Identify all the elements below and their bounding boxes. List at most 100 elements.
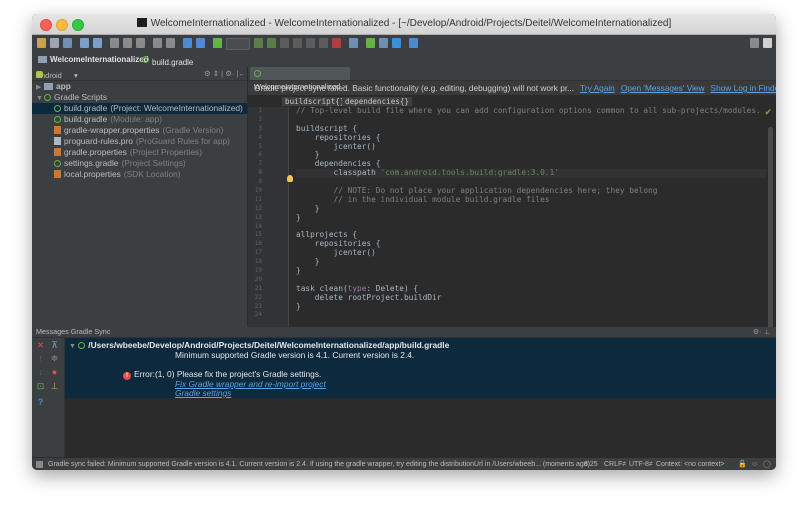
- caret-position[interactable]: 8:25: [584, 458, 598, 470]
- code-line[interactable]: [296, 116, 766, 125]
- code-line[interactable]: [296, 311, 766, 320]
- apply-changes-icon[interactable]: [319, 38, 328, 48]
- copy-icon[interactable]: [123, 38, 132, 48]
- message-file-row[interactable]: ▼ /Users/wbeebe/Develop/Android/Projects…: [69, 340, 449, 350]
- gradle-icon: [54, 105, 61, 112]
- gradle-sync-icon[interactable]: [366, 38, 375, 48]
- tree-item[interactable]: gradle.properties (Project Properties): [32, 147, 247, 158]
- run-config-dropdown[interactable]: [226, 38, 250, 50]
- project-structure-icon[interactable]: [349, 38, 358, 48]
- try-again-link[interactable]: Try Again: [580, 83, 615, 93]
- line-number: 11: [254, 195, 262, 203]
- code-line[interactable]: // Top-level build file where you can ad…: [296, 106, 766, 116]
- line-number: 12: [254, 204, 262, 212]
- replace-icon[interactable]: [166, 38, 175, 48]
- error-filter-icon[interactable]: ●: [50, 368, 59, 377]
- find-icon[interactable]: [153, 38, 162, 48]
- nav-project[interactable]: WelcomeInternationalized: [38, 55, 149, 64]
- stop-icon[interactable]: [332, 38, 341, 48]
- back-icon[interactable]: [183, 38, 192, 48]
- help-icon[interactable]: ?: [36, 398, 45, 407]
- folder-icon: [38, 56, 47, 63]
- tree-item[interactable]: ▼ Gradle Scripts: [32, 92, 247, 103]
- panel-settings-icon[interactable]: ⚙ ⇕ | ⚙· |←: [204, 69, 246, 78]
- tree-item[interactable]: settings.gradle (Project Settings): [32, 158, 247, 169]
- vertical-scrollbar[interactable]: [768, 127, 773, 347]
- code-line[interactable]: delete rootProject.buildDir: [296, 293, 766, 303]
- code-line[interactable]: }: [296, 204, 766, 214]
- download-icon[interactable]: ⊥: [50, 382, 59, 391]
- cut-icon[interactable]: [110, 38, 119, 48]
- context-indicator[interactable]: Context: <no context>: [656, 458, 725, 470]
- nav-file[interactable]: build.gradle: [142, 55, 193, 67]
- gradle-icon: [54, 160, 61, 167]
- code-line[interactable]: // in the individual module build.gradle…: [296, 195, 766, 205]
- tree-item-label: app: [56, 81, 71, 91]
- search-everywhere-icon[interactable]: [750, 38, 759, 48]
- tree-item[interactable]: gradle-wrapper.properties (Gradle Version…: [32, 125, 247, 136]
- breadcrumb-dependencies[interactable]: dependencies{}: [342, 97, 413, 106]
- line-number: 20: [254, 275, 262, 283]
- profile-icon[interactable]: [293, 38, 302, 48]
- redo-icon[interactable]: [93, 38, 102, 48]
- line-number: 8: [258, 169, 262, 177]
- tab-build-gradle[interactable]: WelcomeInternationalized ×: [250, 67, 350, 91]
- lock-icon[interactable]: 🔓: [738, 458, 747, 470]
- tree-item[interactable]: proguard-rules.pro (ProGuard Rules for ap…: [32, 136, 247, 147]
- tree-item[interactable]: ▶ app: [32, 81, 247, 92]
- code-line[interactable]: }: [296, 302, 766, 312]
- down-icon[interactable]: ↓: [36, 368, 45, 377]
- line-number: 14: [254, 222, 262, 230]
- code-line[interactable]: }: [296, 213, 766, 223]
- inspector-icon[interactable]: ☺: [751, 458, 758, 470]
- open-messages-link[interactable]: Open 'Messages' View: [621, 83, 705, 93]
- code-lines[interactable]: // Top-level build file where you can ad…: [296, 106, 766, 320]
- breadcrumb-buildscript[interactable]: buildscript{}: [282, 97, 348, 106]
- save-icon[interactable]: [50, 38, 59, 48]
- line-number: 17: [254, 249, 262, 257]
- gradle-settings-link[interactable]: Gradle settings: [175, 388, 231, 398]
- filter-icon[interactable]: ≑: [50, 354, 59, 363]
- gradle-settings-row: Gradle settings: [175, 388, 231, 398]
- code-editor[interactable]: 1 2 3 4 5 6 7 8 9 10 11 12 13 14 15 16 17 18 19 20 21 22 23 24 …: [248, 106, 776, 347]
- event-log-icon[interactable]: [763, 38, 772, 48]
- close-icon[interactable]: ✕: [36, 341, 45, 350]
- run-icon[interactable]: [254, 38, 263, 48]
- export-icon[interactable]: ⊡: [36, 382, 45, 391]
- code-line[interactable]: [296, 223, 766, 232]
- rerun-icon[interactable]: ⊼: [50, 341, 59, 350]
- tree-item[interactable]: local.properties (SDK Location): [32, 169, 247, 180]
- title-bar: WelcomeInternationalized - WelcomeIntern…: [32, 14, 776, 35]
- sdk-manager-icon[interactable]: [392, 38, 401, 48]
- show-log-link[interactable]: Show Log in Finder: [711, 83, 776, 93]
- code-line[interactable]: classpath 'com.android.tools.build:gradl…: [296, 168, 766, 179]
- panel-gear-icon[interactable]: ⚙· ⊥: [753, 327, 770, 337]
- lightbulb-icon[interactable]: [287, 175, 293, 182]
- code-line[interactable]: }: [296, 257, 766, 267]
- help-icon[interactable]: [409, 38, 418, 48]
- line-separator[interactable]: CRLF≠: [604, 458, 626, 470]
- code-line[interactable]: jcenter(): [296, 142, 766, 152]
- close-tab-icon[interactable]: ×: [342, 82, 346, 91]
- file-encoding[interactable]: UTF-8≠: [629, 458, 653, 470]
- tree-item-label: gradle.properties: [64, 147, 127, 157]
- build-hammer-icon[interactable]: [213, 38, 222, 48]
- project-tree: ▶ app ▼ Gradle Scripts build.gradle (Project:…: [32, 81, 247, 180]
- avd-manager-icon[interactable]: [379, 38, 388, 48]
- paste-icon[interactable]: [136, 38, 145, 48]
- sync-icon[interactable]: [63, 38, 72, 48]
- coverage-icon[interactable]: [306, 38, 315, 48]
- forward-icon[interactable]: [196, 38, 205, 48]
- notifications-icon[interactable]: ◯: [763, 458, 771, 470]
- tree-item[interactable]: build.gradle (Module: app): [32, 114, 247, 125]
- toggle-tool-windows-icon[interactable]: [36, 461, 43, 468]
- up-icon[interactable]: ↑: [36, 354, 45, 363]
- attach-icon[interactable]: [280, 38, 289, 48]
- status-message[interactable]: Gradle sync failed: Minimum supported Gr…: [48, 458, 590, 470]
- code-line[interactable]: }: [296, 266, 766, 276]
- open-folder-icon[interactable]: [37, 38, 46, 48]
- code-line[interactable]: jcenter(): [296, 248, 766, 258]
- tree-item[interactable]: build.gradle (Project: WelcomeInternation…: [32, 103, 247, 114]
- debug-icon[interactable]: [267, 38, 276, 48]
- undo-icon[interactable]: [80, 38, 89, 48]
